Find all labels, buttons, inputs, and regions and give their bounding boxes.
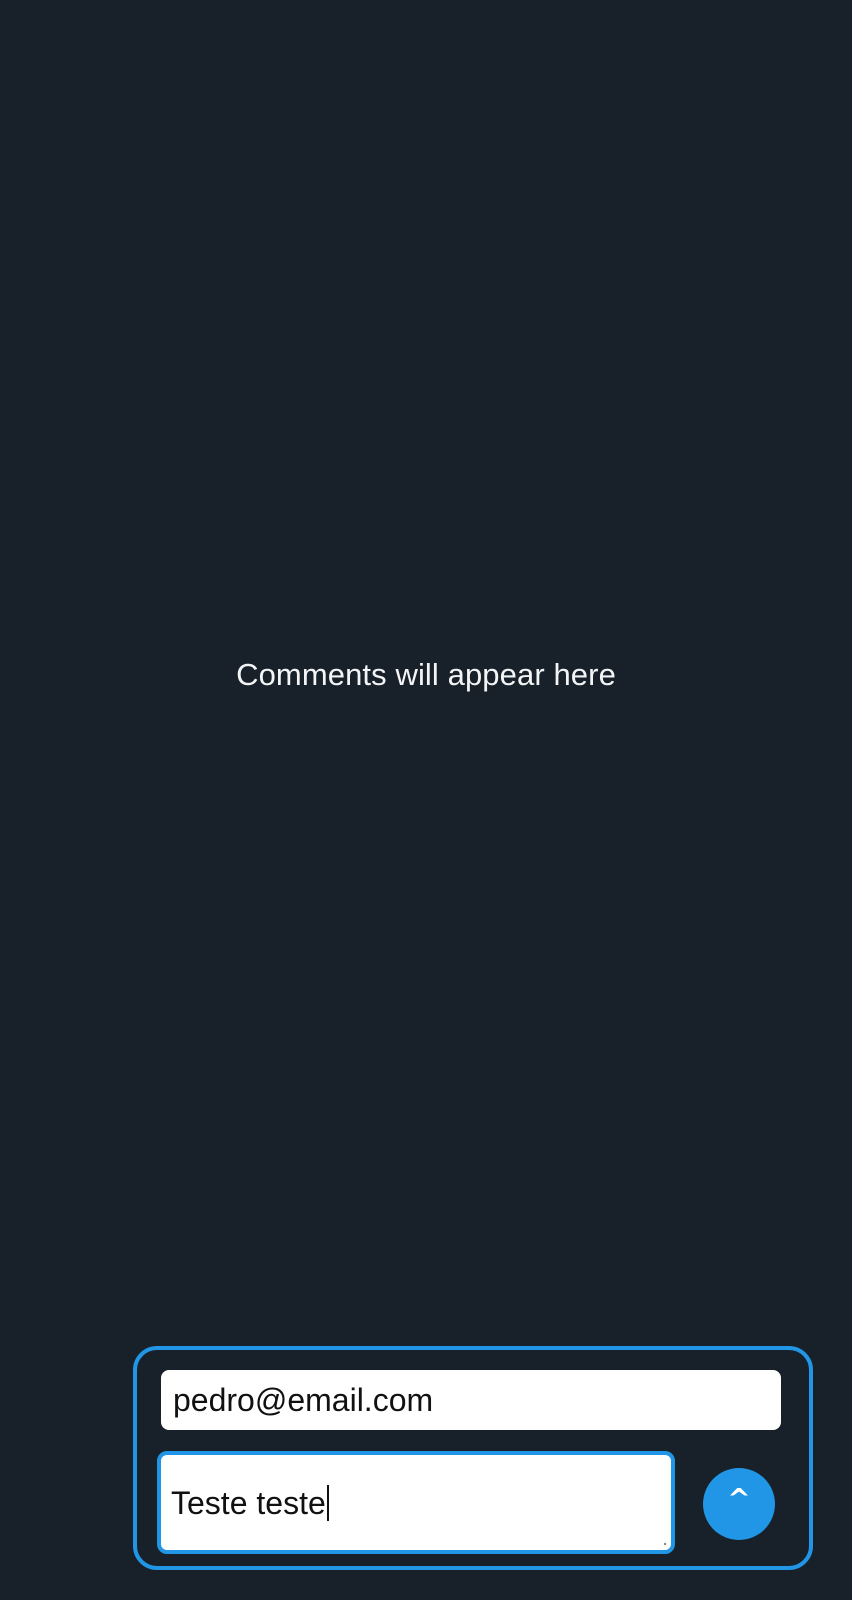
- comments-screen: Comments will appear here Teste teste ^: [0, 0, 852, 1600]
- email-field[interactable]: [161, 1370, 781, 1430]
- caret-up-icon: ^: [727, 1482, 751, 1515]
- text-caret: [326, 1485, 329, 1521]
- empty-comments-message: Comments will appear here: [236, 657, 616, 692]
- comment-textarea[interactable]: Teste teste: [157, 1451, 675, 1554]
- comment-composer: Teste teste ^: [133, 1346, 813, 1570]
- resize-grip-icon[interactable]: [662, 1541, 668, 1547]
- comment-text: Teste teste: [171, 1485, 326, 1521]
- send-button[interactable]: ^: [703, 1468, 775, 1540]
